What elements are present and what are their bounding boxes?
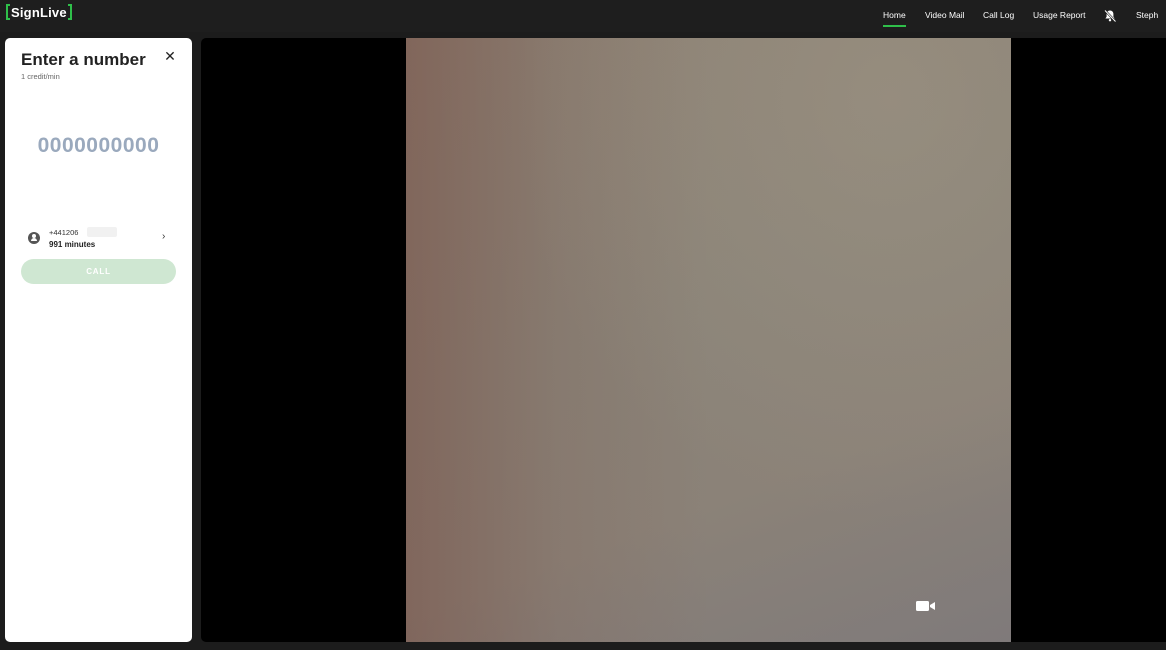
user-menu[interactable]: Steph (1136, 10, 1158, 20)
bell-slash-icon[interactable] (1103, 9, 1117, 23)
number-input-display[interactable]: 0000000000 (5, 134, 192, 158)
panel-title: Enter a number (21, 50, 146, 69)
credit-rate: 1 credit/min (21, 72, 60, 81)
top-nav-bar: SignLive Home Video Mail Call Log Usage … (0, 0, 1166, 32)
chevron-right-icon[interactable]: › (162, 231, 165, 242)
nav-usage-report[interactable]: Usage Report (1033, 10, 1085, 20)
signlive-logo[interactable]: SignLive (6, 3, 72, 21)
logo-bracket-right (67, 4, 72, 20)
video-area (201, 38, 1166, 642)
nav-call-log[interactable]: Call Log (983, 10, 1014, 20)
nav-video-mail[interactable]: Video Mail (925, 10, 965, 20)
logo-bracket-left (6, 4, 10, 20)
call-button[interactable]: CALL (21, 259, 176, 284)
dial-panel: Enter a number 1 credit/min ✕ 0000000000… (5, 38, 192, 642)
redacted-number (87, 227, 117, 237)
video-feed (406, 38, 1011, 642)
nav-home[interactable]: Home (883, 10, 906, 27)
close-icon[interactable]: ✕ (163, 49, 177, 63)
logo-text: SignLive (11, 4, 67, 20)
minutes-balance: 991 minutes (49, 240, 96, 249)
user-circle-icon (28, 232, 40, 244)
caller-number: +441206 (49, 228, 79, 237)
caller-id-selector[interactable]: +441206 991 minutes › (21, 224, 176, 252)
video-camera-icon[interactable] (915, 598, 937, 614)
